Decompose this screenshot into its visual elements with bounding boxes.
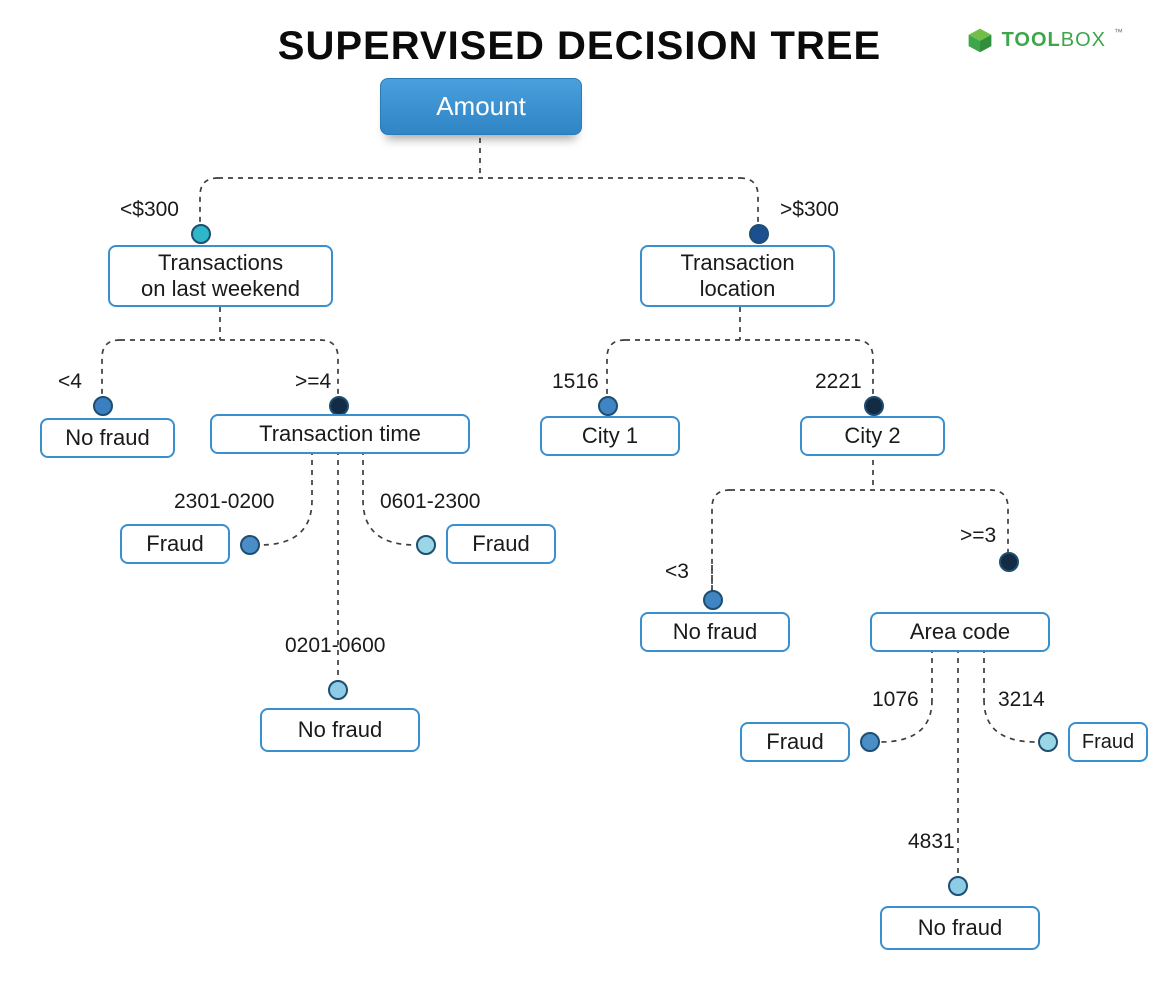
edge-label: 0601-2300 bbox=[380, 490, 480, 514]
branch-dot bbox=[416, 535, 436, 555]
branch-dot bbox=[948, 876, 968, 896]
node-no-fraud: No fraud bbox=[260, 708, 420, 752]
node-transaction-time: Transaction time bbox=[210, 414, 470, 454]
branch-dot bbox=[703, 590, 723, 610]
edge-label: 0201-0600 bbox=[285, 634, 385, 658]
edge-label: >=4 bbox=[295, 370, 331, 394]
branch-dot bbox=[598, 396, 618, 416]
node-transactions-weekend: Transactions on last weekend bbox=[108, 245, 333, 307]
logo-text: TOOLBOX bbox=[1002, 29, 1106, 52]
node-city1: City 1 bbox=[540, 416, 680, 456]
branch-dot bbox=[864, 396, 884, 416]
node-no-fraud: No fraud bbox=[880, 906, 1040, 950]
node-no-fraud: No fraud bbox=[40, 418, 175, 458]
node-fraud: Fraud bbox=[740, 722, 850, 762]
node-fraud: Fraud bbox=[120, 524, 230, 564]
node-fraud: Fraud bbox=[1068, 722, 1148, 762]
edge-label: 4831 bbox=[908, 830, 955, 854]
cube-icon bbox=[966, 26, 994, 54]
branch-dot bbox=[860, 732, 880, 752]
edge-label: 3214 bbox=[998, 688, 1045, 712]
edge-label: >$300 bbox=[780, 198, 839, 222]
node-root-amount: Amount bbox=[380, 78, 582, 135]
node-no-fraud: No fraud bbox=[640, 612, 790, 652]
edge-label: <$300 bbox=[120, 198, 179, 222]
branch-dot bbox=[749, 224, 769, 244]
branch-dot bbox=[240, 535, 260, 555]
toolbox-logo: TOOLBOX ™ bbox=[966, 26, 1123, 54]
edge-label: >=3 bbox=[960, 524, 996, 548]
edge-label: <4 bbox=[58, 370, 82, 394]
edge-label: 1076 bbox=[872, 688, 919, 712]
branch-dot bbox=[1038, 732, 1058, 752]
edge-label: 2221 bbox=[815, 370, 862, 394]
branch-dot bbox=[93, 396, 113, 416]
node-transaction-location: Transaction location bbox=[640, 245, 835, 307]
branch-dot bbox=[191, 224, 211, 244]
branch-dot bbox=[328, 680, 348, 700]
branch-dot bbox=[329, 396, 349, 416]
node-city2: City 2 bbox=[800, 416, 945, 456]
branch-dot bbox=[999, 552, 1019, 572]
node-fraud: Fraud bbox=[446, 524, 556, 564]
logo-tm: ™ bbox=[1114, 27, 1123, 37]
edge-label: 1516 bbox=[552, 370, 599, 394]
edge-label: 2301-0200 bbox=[174, 490, 274, 514]
node-area-code: Area code bbox=[870, 612, 1050, 652]
edge-label: <3 bbox=[665, 560, 689, 584]
